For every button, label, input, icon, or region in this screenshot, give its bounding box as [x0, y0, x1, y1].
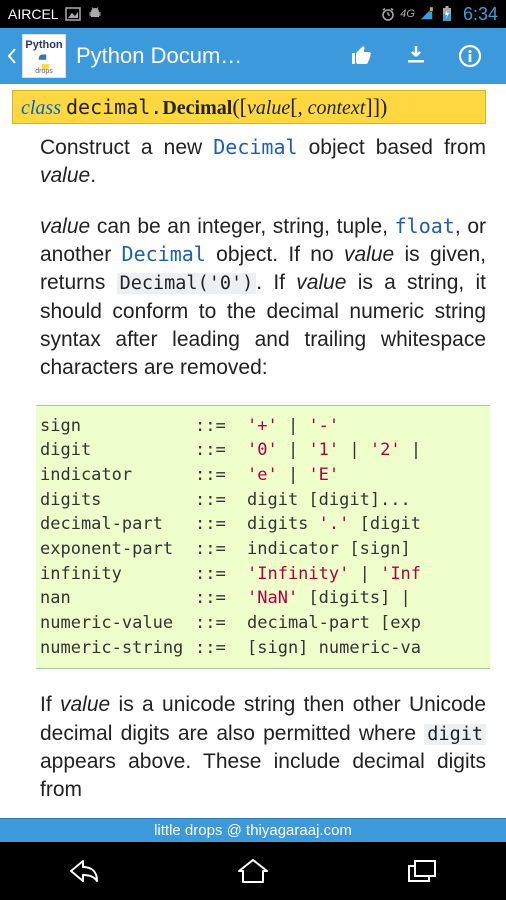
thumbs-up-button[interactable]: [350, 44, 374, 68]
app-title: Python Docum…: [76, 43, 350, 69]
android-icon: [87, 6, 103, 22]
back-button[interactable]: [4, 47, 20, 65]
doc-content[interactable]: class decimal.Decimal([value[, context]]…: [0, 84, 506, 818]
decimal-link[interactable]: Decimal: [213, 135, 297, 159]
clock-label: 6:34: [463, 4, 498, 25]
system-nav-bar: [0, 842, 506, 900]
app-icon[interactable]: Python drops: [22, 34, 66, 78]
download-button[interactable]: [404, 44, 428, 68]
signal-icon: [419, 6, 435, 22]
picture-icon: [65, 6, 81, 22]
network-type-label: 4G: [400, 8, 415, 20]
nav-back-button[interactable]: [44, 851, 124, 891]
app-bar: Python drops Python Docum…: [0, 28, 506, 84]
paragraph-1: Construct a new Decimal object based fro…: [40, 134, 486, 191]
paragraph-3: If value is a unicode string then other …: [40, 691, 486, 804]
nav-recent-button[interactable]: [382, 851, 462, 891]
class-signature: class decimal.Decimal([value[, context]]…: [12, 90, 486, 124]
nav-home-button[interactable]: [213, 851, 293, 891]
footer-bar[interactable]: little drops @ thiyagaraaj.com: [0, 818, 506, 842]
float-link[interactable]: float: [395, 214, 455, 238]
status-bar: AIRCEL 4G 6:34: [0, 0, 506, 28]
battery-icon: [439, 6, 455, 22]
decimal-link-2[interactable]: Decimal: [122, 242, 206, 266]
info-button[interactable]: [458, 44, 482, 68]
grammar-block: sign::= '+' | '-'digit::= '0' | '1' | '2…: [36, 405, 490, 669]
carrier-label: AIRCEL: [8, 6, 59, 22]
paragraph-2: value can be an integer, string, tuple, …: [40, 213, 486, 383]
alarm-icon: [380, 6, 396, 22]
